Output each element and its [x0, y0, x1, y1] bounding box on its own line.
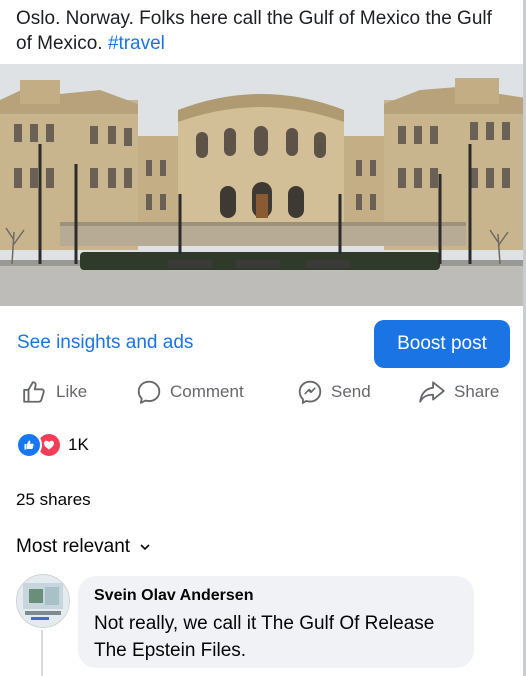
like-icon: [23, 381, 45, 403]
sort-label: Most relevant: [16, 536, 131, 557]
comment-text: Not really, we call it The Gulf Of Relea…: [94, 613, 435, 661]
boost-post-button[interactable]: Boost post: [374, 320, 510, 368]
messenger-icon: [298, 380, 322, 405]
post-actions-bar: Like Comment Send Share: [0, 378, 526, 406]
comment-label: Comment: [170, 382, 244, 401]
share-label: Share: [454, 382, 500, 401]
share-icon: [419, 381, 445, 403]
caption-text: Oslo. Norway. Folks here call the Gulf o…: [16, 8, 492, 54]
thread-line: [41, 630, 43, 676]
like-reaction-icon: [16, 432, 42, 458]
send-label: Send: [331, 382, 371, 401]
comment-author[interactable]: Svein Olav Andersen: [94, 586, 458, 606]
reactions-summary[interactable]: 1K: [16, 432, 89, 458]
photo-illustration: [0, 64, 526, 306]
send-button[interactable]: Send: [297, 378, 371, 406]
commenter-avatar[interactable]: [16, 574, 70, 628]
hashtag-link[interactable]: #travel: [108, 33, 165, 54]
like-button[interactable]: Like: [22, 378, 87, 406]
share-button[interactable]: Share: [418, 378, 499, 406]
comment-button[interactable]: Comment: [136, 378, 244, 406]
comment-bubble[interactable]: Svein Olav Andersen Not really, we call …: [78, 576, 474, 668]
comment-icon: [137, 380, 161, 404]
avatar-image: [17, 575, 69, 627]
see-insights-link[interactable]: See insights and ads: [17, 332, 193, 354]
post-caption: Oslo. Norway. Folks here call the Gulf o…: [16, 6, 510, 56]
post-photo[interactable]: [0, 64, 526, 306]
reaction-count: 1K: [68, 435, 89, 454]
chevron-down-icon: [140, 540, 150, 554]
like-label: Like: [56, 382, 88, 401]
shares-count[interactable]: 25 shares: [16, 490, 91, 510]
comment-sort-dropdown[interactable]: Most relevant: [16, 536, 150, 558]
